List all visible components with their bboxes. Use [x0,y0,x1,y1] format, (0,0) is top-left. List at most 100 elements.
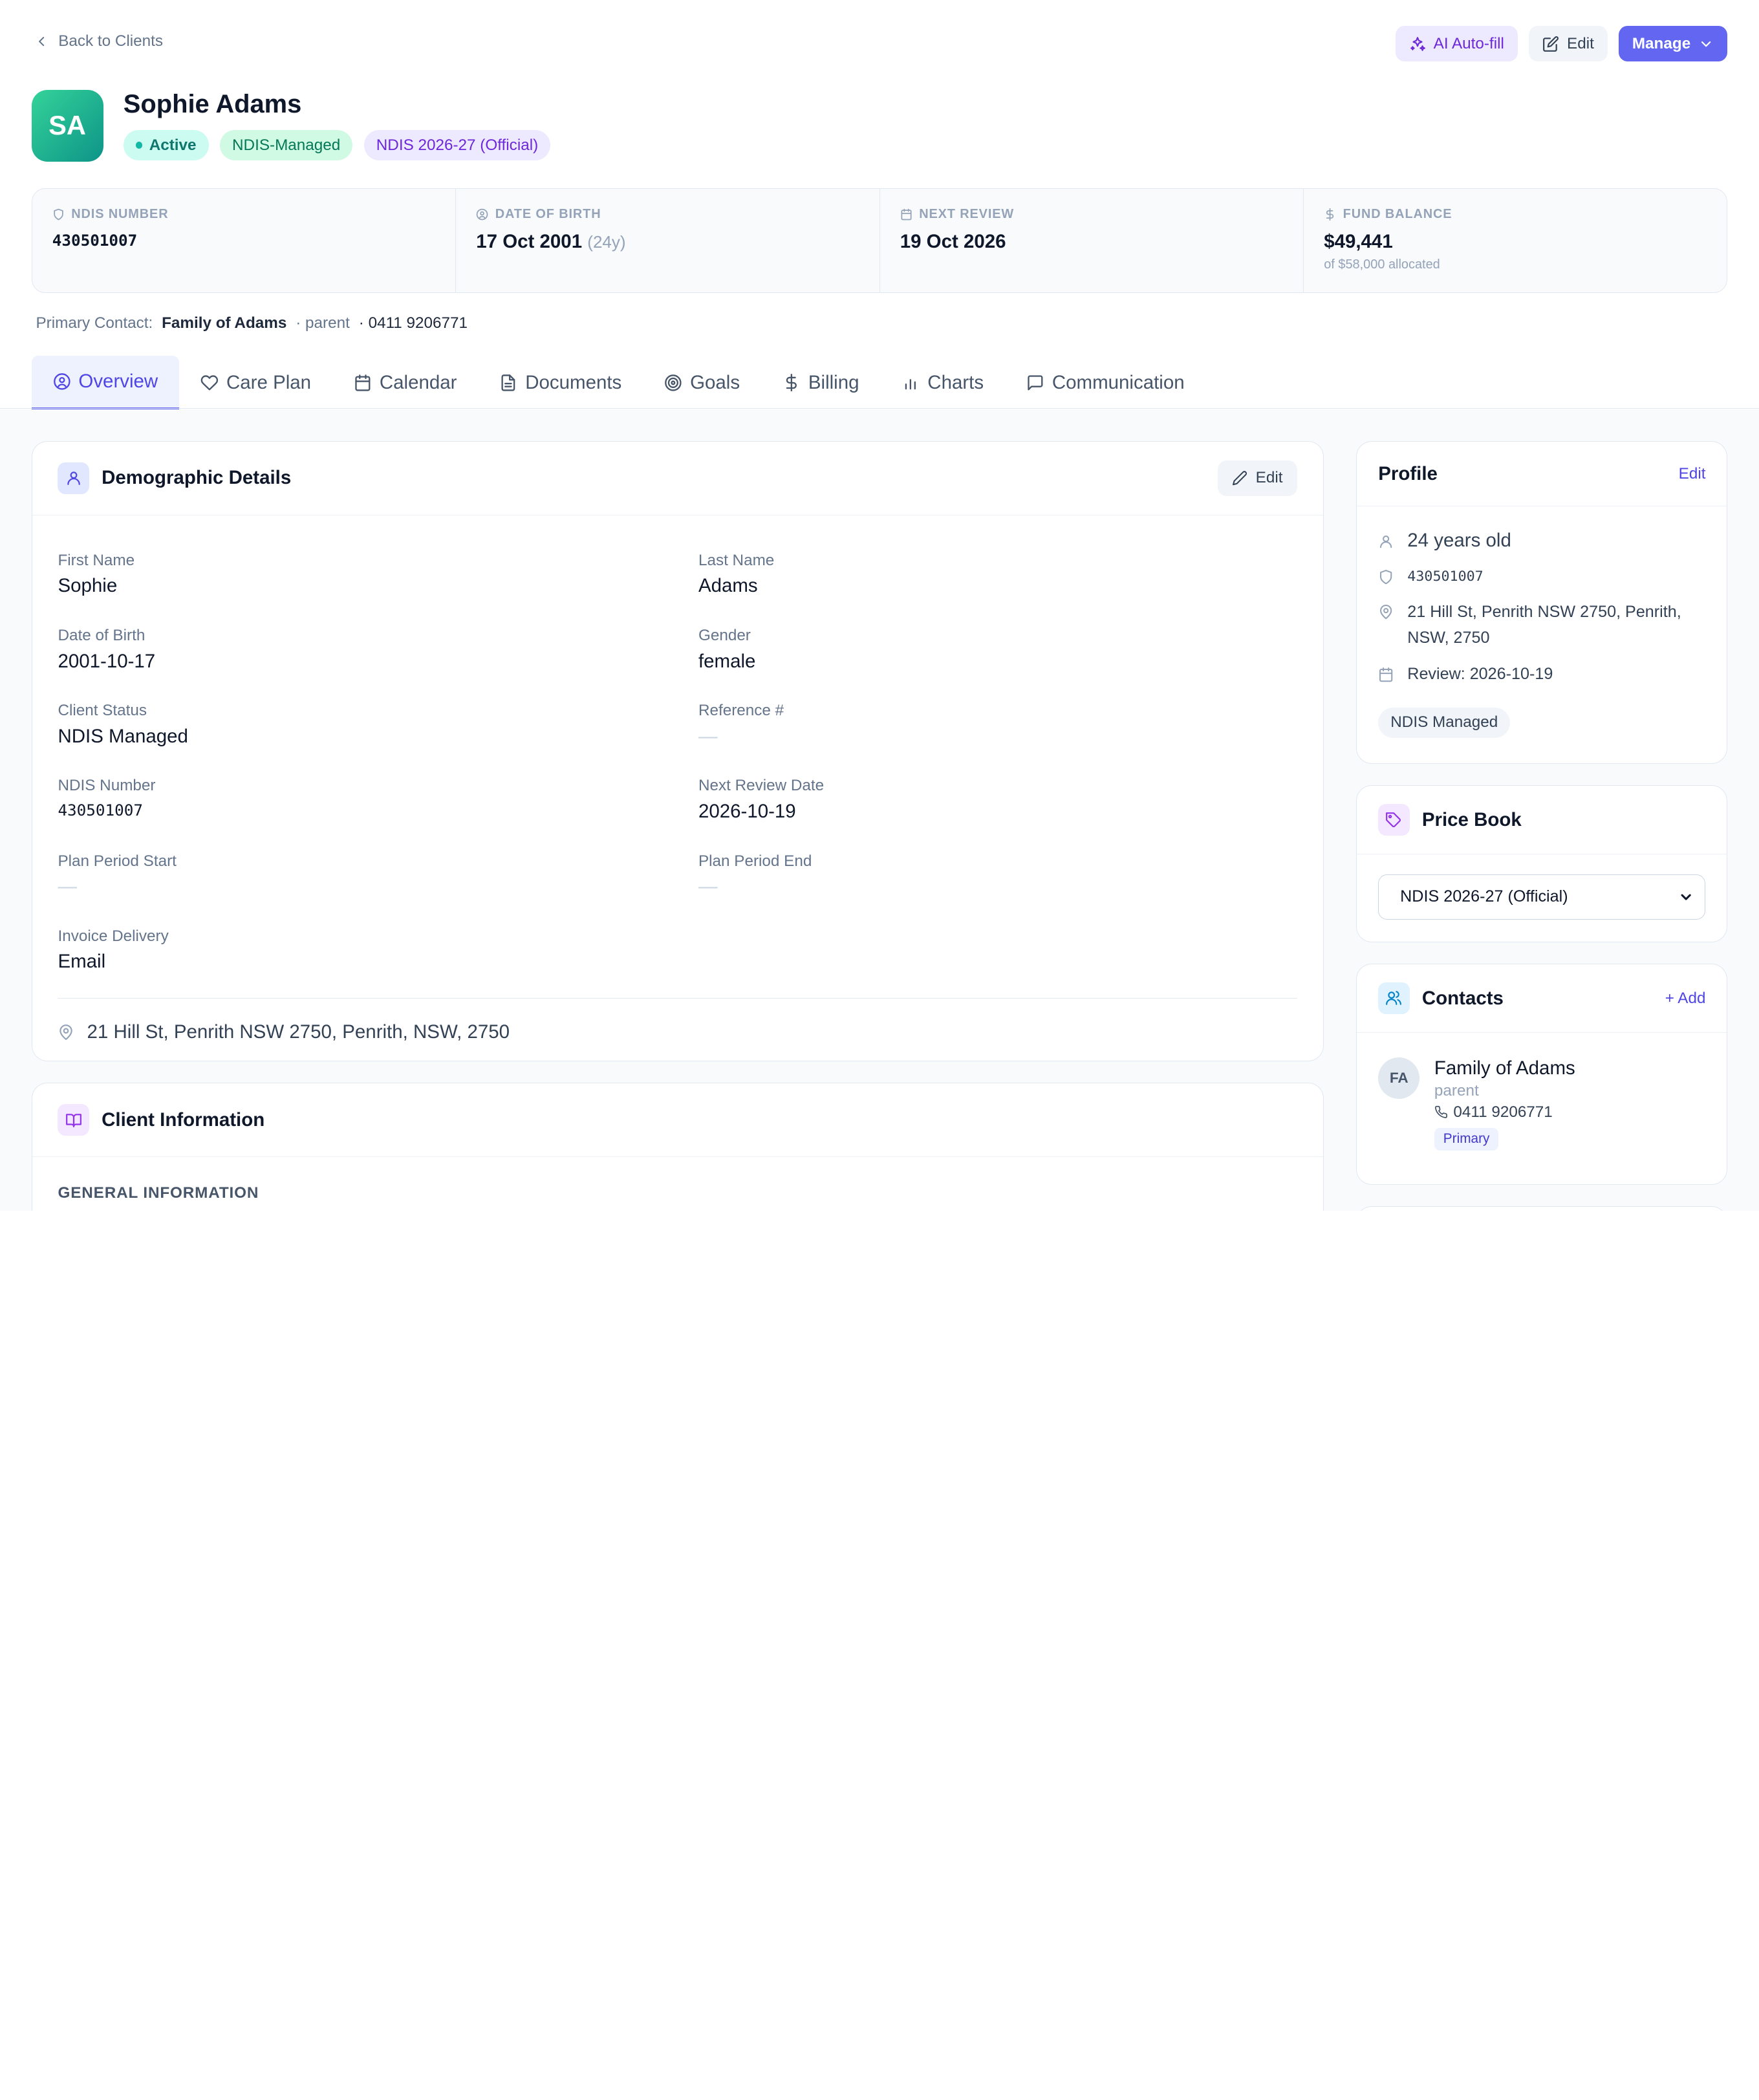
tab-billing[interactable]: Billing [761,356,880,409]
stat-note: of $58,000 allocated [1324,257,1440,272]
status-badge-label: Active [149,136,197,154]
stat-date-of-birth: DATE OF BIRTH 17 Oct 2001 (24y) [456,189,880,292]
stat-value: 19 Oct 2026 [900,231,1006,253]
chevron-left-icon [34,34,49,49]
stat-label: NDIS NUMBER [71,207,169,222]
tab-overview[interactable]: Overview [31,355,180,410]
main-content: Demographic Details Edit First Name Soph… [0,409,1759,1211]
profile-age: 24 years old [1407,530,1511,552]
demographic-fields: First Name Sophie Last Name Adams Date o… [32,515,1323,993]
chevron-down-icon [1678,889,1694,905]
card-title: Demographic Details [102,467,292,489]
field-label: Plan Period Start [58,852,177,870]
client-tabs: Overview Care Plan Calendar Documents Go… [31,355,1206,410]
stat-label: DATE OF BIRTH [495,207,601,222]
chevron-down-icon [1698,36,1714,52]
user-icon [58,462,90,494]
profile-ndis-row: 430501007 [1357,564,1727,590]
stat-label: FUND BALANCE [1343,207,1452,222]
add-contact-link[interactable]: + Add [1665,990,1706,1008]
user-circle-icon [53,373,71,391]
field-label: Invoice Delivery [58,927,169,945]
field-value: — [698,725,718,747]
profile-review: Review: 2026-10-19 [1407,664,1553,683]
field-label: Plan Period End [698,852,812,870]
status-dot-icon [135,142,143,149]
tab-care-plan[interactable]: Care Plan [179,356,332,409]
field-label: NDIS Number [58,777,156,795]
calendar-icon [900,208,912,221]
stat-value: 430501007 [52,231,138,250]
client-avatar: SA [31,89,103,162]
target-icon [664,374,682,392]
tab-label: Billing [808,371,859,393]
tab-communication[interactable]: Communication [1005,356,1206,409]
field-invoice-delivery: Invoice Delivery Email [58,918,698,993]
profile-address: 21 Hill St, Penrith NSW 2750, Penrith, N… [1407,600,1681,651]
field-first-name: First Name Sophie [58,543,698,618]
calendar-icon [1378,667,1394,682]
phone-icon [1434,1105,1448,1119]
card-title: Contacts [1421,987,1504,1009]
price-book-selected: NDIS 2026-27 (Official) [1400,887,1568,906]
contact-phone-row: 0411 9206771 [1434,1103,1575,1121]
profile-address-line2: NSW, 2750 [1407,629,1490,647]
back-to-clients-link[interactable]: Back to Clients [34,32,163,50]
profile-ndis: 430501007 [1407,568,1484,585]
field-plan-period-end: Plan Period End — [698,843,1297,918]
document-icon [499,374,517,392]
field-value: NDIS Managed [58,725,188,747]
users-icon [1378,982,1410,1014]
field-client-status: Client Status NDIS Managed [58,693,698,768]
tab-charts[interactable]: Charts [880,356,1005,409]
list-item[interactable]: FA Family of Adams parent 0411 9206771 P… [1357,1033,1727,1175]
primary-contact-phone: · 0411 9206771 [358,314,468,332]
profile-address-line1: 21 Hill St, Penrith NSW 2750, Penrith, [1407,603,1681,622]
tab-goals[interactable]: Goals [643,356,761,409]
edit-label: Edit [1567,34,1594,52]
demographics-edit-button[interactable]: Edit [1217,460,1298,497]
heart-icon [200,374,219,392]
dollar-icon [1324,208,1336,221]
price-book-select[interactable]: NDIS 2026-27 (Official) [1378,874,1706,920]
sparkles-icon [1409,36,1426,52]
field-date-of-birth: Date of Birth 2001-10-17 [58,618,698,693]
field-next-review-date: Next Review Date 2026-10-19 [698,768,1297,843]
dollar-icon [782,373,801,392]
ai-autofill-button[interactable]: AI Auto-fill [1395,25,1518,62]
demographic-details-card: Demographic Details Edit First Name Soph… [31,440,1324,1061]
tab-label: Calendar [379,371,457,393]
stat-label: NEXT REVIEW [919,207,1015,222]
stat-next-review: NEXT REVIEW 19 Oct 2026 [880,189,1304,292]
profile-edit-link[interactable]: Edit [1679,465,1706,483]
edit-client-button[interactable]: Edit [1529,25,1608,62]
client-name: Sophie Adams [123,89,302,118]
field-value: 2001-10-17 [58,650,156,672]
edit-icon [1542,36,1559,52]
edit-label: Edit [1255,469,1283,487]
field-plan-period-start: Plan Period Start — [58,843,698,918]
tab-label: Communication [1052,371,1185,393]
field-label: First Name [58,551,135,569]
tag-icon [1378,804,1410,836]
contacts-card: Contacts + Add FA Family of Adams parent… [1356,964,1728,1185]
next-side-card [1356,1206,1728,1211]
tab-calendar[interactable]: Calendar [332,356,478,409]
field-value: — [698,876,718,898]
stat-dob-age: (24y) [587,232,626,252]
shield-icon [1378,569,1394,585]
client-badges: Active NDIS-Managed NDIS 2026-27 (Offici… [123,130,551,161]
field-value: female [698,650,756,672]
profile-age-row: 24 years old [1357,528,1727,554]
section-label: GENERAL INFORMATION [58,1184,259,1202]
client-header: SA Sophie Adams Active NDIS-Managed NDIS… [31,89,551,162]
primary-badge: Primary [1434,1128,1499,1151]
address-row: 21 Hill St, Penrith NSW 2750, Penrith, N… [58,998,1298,1043]
field-value: 430501007 [58,801,143,820]
profile-address-row: 21 Hill St, Penrith NSW 2750, Penrith, N… [1357,600,1727,651]
field-label: Reference # [698,702,784,720]
tab-documents[interactable]: Documents [478,356,643,409]
stat-ndis-number: NDIS NUMBER 430501007 [32,189,457,292]
avatar: FA [1378,1057,1420,1099]
manage-dropdown-button[interactable]: Manage [1619,25,1728,62]
